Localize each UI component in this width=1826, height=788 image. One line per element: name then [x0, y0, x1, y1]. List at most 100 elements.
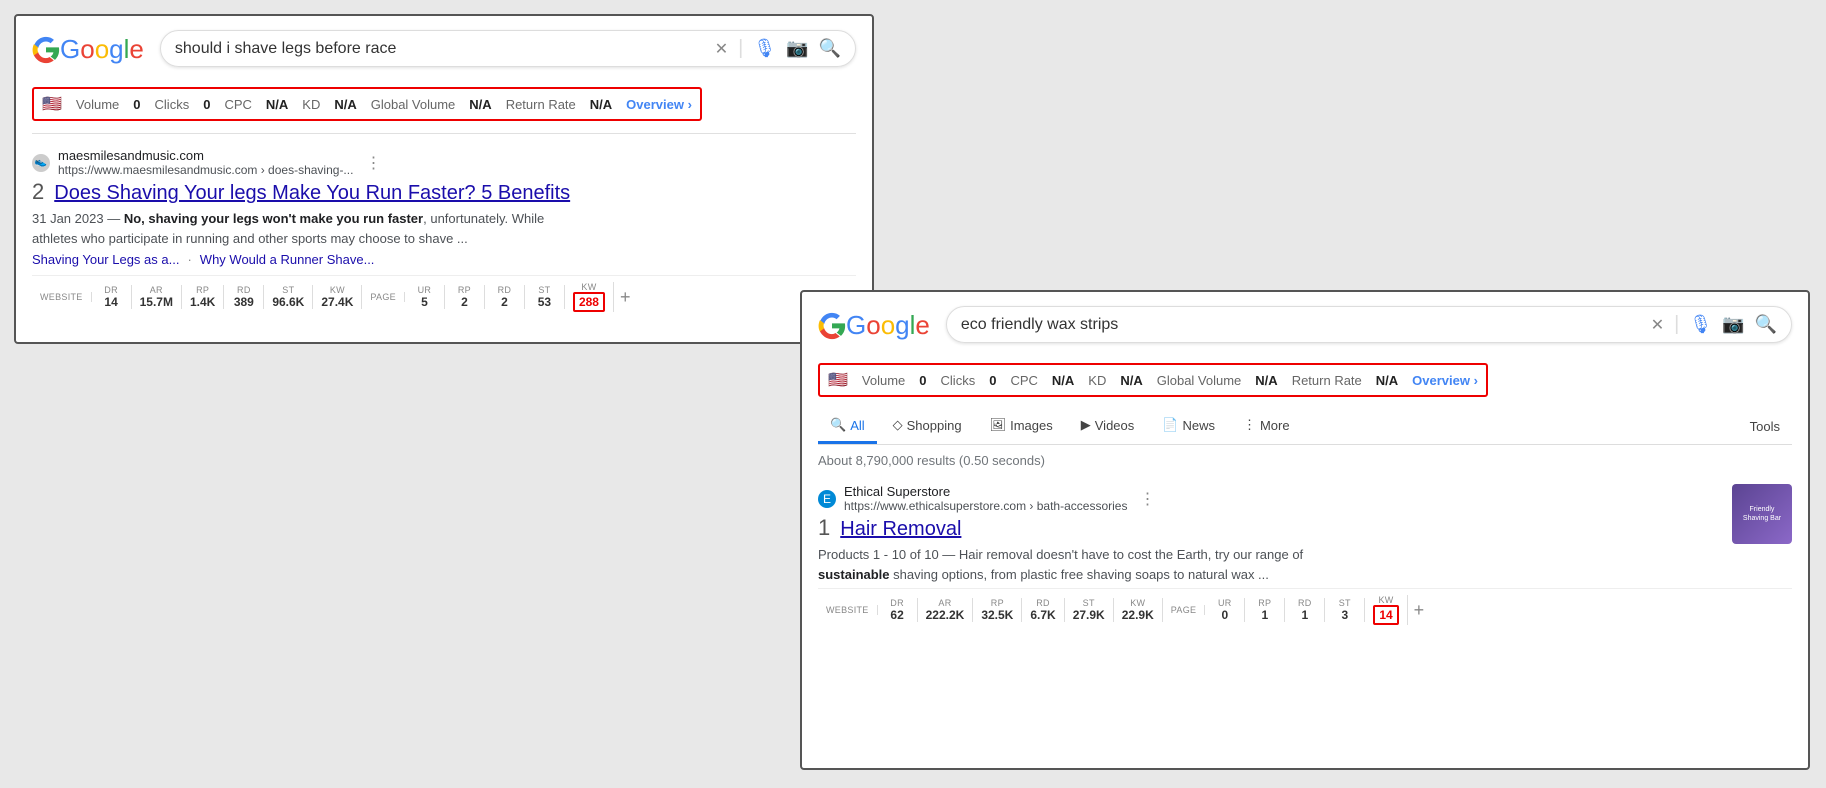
tab-news-icon-2: 📄 — [1162, 417, 1178, 433]
search-submit-icon-2[interactable]: 🔍 — [1755, 314, 1777, 335]
overview-link-1[interactable]: Overview › — [626, 97, 692, 112]
window1: Google should i shave legs before race ✕… — [14, 14, 874, 344]
search-query-1: should i shave legs before race — [175, 40, 707, 58]
search-query-2: eco friendly wax strips — [961, 316, 1643, 334]
tab-tools-2[interactable]: Tools — [1738, 411, 1792, 442]
rr-value-2: N/A — [1376, 373, 1398, 388]
divider-pipe-2: | — [1674, 313, 1679, 336]
search-tabs-2: 🔍 All ◇ Shopping 🖼 Images ▶ Videos 📄 New… — [818, 409, 1792, 445]
kd-value-2: N/A — [1120, 373, 1142, 388]
metric-rd2-2: RD 1 — [1285, 598, 1325, 622]
logo-g2: g — [109, 34, 123, 64]
tab-videos-label-2: Videos — [1095, 418, 1135, 433]
flag-icon-2: 🇺🇸 — [828, 370, 848, 390]
metric-rd2-1: RD 2 — [485, 285, 525, 309]
result-item-2: E Ethical Superstore https://www.ethical… — [818, 478, 1792, 625]
result-favicon-1: 👟 — [32, 154, 50, 172]
cpc-value-2: N/A — [1052, 373, 1074, 388]
gv-label-2: Global Volume — [1157, 373, 1242, 388]
lens-icon-2[interactable]: 📷 — [1722, 314, 1744, 335]
search-bar-2[interactable]: eco friendly wax strips ✕ | 🎙 📷 🔍 — [946, 306, 1792, 343]
volume-label-1: Volume — [76, 97, 119, 112]
metric-st1-2: ST 27.9K — [1065, 598, 1114, 622]
logo-o2: o — [95, 34, 109, 64]
search-bar-1[interactable]: should i shave legs before race ✕ | 🎙 📷 … — [160, 30, 856, 67]
metric-rp2-1: RP 2 — [445, 285, 485, 309]
metric-plus-1[interactable]: + — [620, 287, 631, 308]
gv-value-1: N/A — [469, 97, 491, 112]
snippet-text2-2: sustainable shaving options, from plasti… — [818, 567, 1269, 582]
volume-label-2: Volume — [862, 373, 905, 388]
result-rank-title-2: 1 Hair Removal — [818, 515, 1720, 541]
lens-icon-1[interactable]: 📷 — [786, 38, 808, 59]
tab-shopping-2[interactable]: ◇ Shopping — [881, 409, 974, 444]
result-content-wrapper-2: E Ethical Superstore https://www.ethical… — [818, 484, 1792, 588]
metric-rp1-1: RP 1.4K — [182, 285, 224, 309]
result-url-2: https://www.ethicalsuperstore.com › bath… — [844, 499, 1127, 513]
kd-value-1: N/A — [334, 97, 356, 112]
result-title-link-1[interactable]: Does Shaving Your legs Make You Run Fast… — [54, 182, 570, 205]
tab-all-label-2: All — [850, 418, 864, 433]
clear-icon-1[interactable]: ✕ — [715, 39, 728, 59]
tab-videos-2[interactable]: ▶ Videos — [1069, 409, 1147, 444]
kd-label-2: KD — [1088, 373, 1106, 388]
metric-dr-1: DR 14 — [92, 285, 132, 309]
search-bar-icons-1: ✕ | 🎙 📷 🔍 — [715, 37, 841, 60]
result-link-1b[interactable]: Why Would a Runner Shave... — [200, 252, 375, 267]
google-logo-icon-1 — [32, 36, 60, 64]
metric-dr-2: DR 62 — [878, 598, 918, 622]
search-submit-icon-1[interactable]: 🔍 — [819, 38, 841, 59]
metric-ar-2: AR 222.2K — [918, 598, 974, 622]
results-count-2: About 8,790,000 results (0.50 seconds) — [818, 453, 1792, 468]
tab-shopping-label-2: Shopping — [907, 418, 962, 433]
metric-rd1-2: RD 6.7K — [1022, 598, 1064, 622]
google-logo-1: Google — [32, 34, 144, 65]
snippet-text2-1: athletes who participate in running and … — [32, 231, 468, 246]
volume-value-2: 0 — [919, 373, 926, 388]
result-meta-1: 👟 maesmilesandmusic.com https://www.maes… — [32, 148, 856, 177]
metric-website-2: WEBSITE — [818, 605, 878, 615]
clicks-value-1: 0 — [203, 97, 210, 112]
metric-st2-1: ST 53 — [525, 285, 565, 309]
snippet-text1-2: Products 1 - 10 of 10 — Hair removal doe… — [818, 547, 1303, 562]
metric-kw2-2: KW 14 — [1365, 595, 1407, 625]
metric-plus-2[interactable]: + — [1414, 600, 1425, 621]
metric-website-1: WEBSITE — [32, 292, 92, 302]
mic-icon-2[interactable]: 🎙 — [1689, 314, 1712, 335]
result-content-2: E Ethical Superstore https://www.ethical… — [818, 484, 1720, 588]
result-link-1a[interactable]: Shaving Your Legs as a... — [32, 252, 179, 267]
metric-kw1-1: KW 27.4K — [313, 285, 362, 309]
mic-icon-1[interactable]: 🎙 — [753, 38, 776, 59]
snippet-text1-1: — No, shaving your legs won't make you r… — [107, 211, 544, 226]
tab-images-label-2: Images — [1010, 418, 1053, 433]
result-options-icon-2[interactable]: ⋮ — [1139, 489, 1155, 509]
result-meta-2: E Ethical Superstore https://www.ethical… — [818, 484, 1720, 513]
result-source-1: maesmilesandmusic.com — [58, 148, 353, 163]
tab-images-2[interactable]: 🖼 Images — [978, 409, 1065, 444]
metric-ur-1: UR 5 — [405, 285, 445, 309]
result-item-1: 👟 maesmilesandmusic.com https://www.maes… — [32, 142, 856, 312]
seo-bar-2: 🇺🇸 Volume 0 Clicks 0 CPC N/A KD N/A Glob… — [818, 363, 1488, 397]
tab-news-2[interactable]: 📄 News — [1150, 409, 1227, 444]
metric-ar-1: AR 15.7M — [132, 285, 182, 309]
metrics-bar-1: WEBSITE DR 14 AR 15.7M RP 1.4K RD 389 ST — [32, 275, 856, 312]
overview-link-2[interactable]: Overview › — [1412, 373, 1478, 388]
tab-all-2[interactable]: 🔍 All — [818, 409, 877, 444]
clear-icon-2[interactable]: ✕ — [1651, 315, 1664, 335]
metric-kw2-1: KW 288 — [565, 282, 614, 312]
logo-o2-2: o — [881, 310, 895, 340]
tab-more-2[interactable]: ⋮ More — [1231, 409, 1302, 444]
tab-news-label-2: News — [1182, 418, 1215, 433]
clicks-value-2: 0 — [989, 373, 996, 388]
metric-kw1-2: KW 22.9K — [1114, 598, 1163, 622]
tab-more-label-2: More — [1260, 418, 1290, 433]
clicks-label-1: Clicks — [155, 97, 190, 112]
gv-value-2: N/A — [1255, 373, 1277, 388]
result-title-link-2[interactable]: Hair Removal — [840, 518, 961, 541]
google-logo-icon-2 — [818, 312, 846, 340]
result-options-icon-1[interactable]: ⋮ — [365, 153, 381, 173]
tab-more-icon-2: ⋮ — [1243, 417, 1256, 433]
logo-g2-2: g — [895, 310, 909, 340]
cpc-value-1: N/A — [266, 97, 288, 112]
divider-pipe-1: | — [738, 37, 743, 60]
